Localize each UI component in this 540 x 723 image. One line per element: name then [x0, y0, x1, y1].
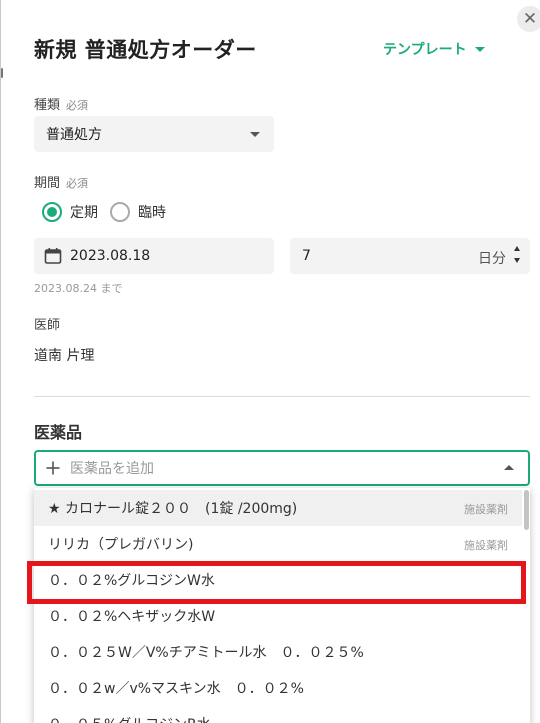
calendar-icon — [44, 248, 62, 264]
arrow-down-icon — [514, 258, 520, 263]
plus-icon — [46, 461, 60, 475]
radio-option-regular[interactable]: 定期 — [42, 202, 98, 222]
dropdown-scrollbar[interactable] — [524, 490, 529, 530]
doctor-label-group: 医師 — [34, 314, 60, 333]
template-button[interactable]: テンプレート — [383, 38, 485, 60]
dropdown-item-label: ★ カロナール錠２００ (1錠 /200mg) — [48, 501, 298, 517]
start-date-field[interactable]: 2023.08.18 — [34, 238, 274, 274]
type-select[interactable]: 普通処方 — [34, 116, 274, 152]
start-date-value: 2023.08.18 — [70, 248, 151, 264]
drag-handle[interactable] — [0, 66, 4, 80]
period-radio-group: 定期 臨時 — [42, 202, 178, 222]
dropdown-item[interactable]: ０．０２%ヘキザック水W — [34, 598, 522, 634]
dropdown-item[interactable]: ★ カロナール錠２００ (1錠 /200mg) 施設薬剤 — [34, 490, 522, 526]
dropdown-item[interactable]: ０．０５%グルコジンR水 — [34, 706, 522, 723]
medicine-input-placeholder: 医薬品を追加 — [70, 461, 154, 477]
close-icon: ✕ — [522, 9, 538, 29]
chevron-down-icon — [474, 46, 485, 52]
type-label-group: 種類 必須 — [34, 94, 88, 113]
doctor-label: 医師 — [34, 318, 61, 333]
period-label-group: 期間 必須 — [34, 172, 88, 191]
days-value: 7 — [302, 248, 311, 264]
facility-drug-tag: 施設薬剤 — [464, 539, 508, 552]
days-unit: 日分 — [478, 251, 506, 267]
template-label: テンプレート — [383, 42, 467, 58]
dropdown-item[interactable]: ０．０２w／v%マスキン水 ０．０２% — [34, 670, 522, 706]
page-title: 新規 普通処方オーダー — [34, 38, 257, 62]
radio-label-regular: 定期 — [70, 205, 98, 221]
medicines-title: 医薬品 — [34, 423, 83, 442]
days-stepper[interactable]: 7 日分 — [290, 238, 530, 274]
radio-label-temporary: 臨時 — [138, 205, 166, 221]
dropdown-item-label: ０．０５%グルコジンR水 — [48, 714, 211, 723]
facility-drug-tag: 施設薬剤 — [464, 503, 508, 516]
radio-checked-icon — [42, 202, 62, 222]
medicine-search-input[interactable]: 医薬品を追加 — [34, 450, 530, 486]
dropdown-item-label: ０．０２w／v%マスキン水 ０．０２% — [48, 681, 304, 697]
radio-option-temporary[interactable]: 臨時 — [110, 202, 166, 222]
close-button[interactable]: ✕ — [517, 6, 540, 32]
end-date-note: 2023.08.24 まで — [34, 282, 123, 295]
period-label: 期間 — [34, 176, 61, 191]
dropdown-item-label: ０．０２%グルコジンW水 — [48, 573, 215, 589]
dropdown-item[interactable]: リリカ（プレガバリン) 施設薬剤 — [34, 526, 522, 562]
arrow-up-icon — [514, 246, 520, 251]
dropdown-item[interactable]: ０．０２５W／V%チアミトール水 ０．０２５% — [34, 634, 522, 670]
chevron-down-icon — [250, 132, 260, 137]
required-badge: 必須 — [66, 177, 89, 190]
section-divider — [34, 396, 530, 397]
chevron-up-icon[interactable] — [504, 465, 514, 470]
stepper-arrows[interactable] — [514, 246, 522, 266]
dropdown-item-label: リリカ（プレガバリン) — [48, 537, 194, 553]
doctor-name: 道南 片理 — [34, 348, 95, 364]
type-label: 種類 — [34, 98, 61, 113]
dropdown-item[interactable]: ０．０２%グルコジンW水 — [34, 562, 522, 598]
type-select-value: 普通処方 — [46, 127, 102, 143]
dropdown-item-label: ０．０２%ヘキザック水W — [48, 609, 216, 625]
radio-unchecked-icon — [110, 202, 130, 222]
left-edge-divider — [0, 0, 1, 723]
dropdown-item-label: ０．０２５W／V%チアミトール水 ０．０２５% — [48, 645, 364, 661]
medicine-dropdown: ★ カロナール錠２００ (1錠 /200mg) 施設薬剤 リリカ（プレガバリン)… — [34, 488, 530, 723]
required-badge: 必須 — [66, 99, 89, 112]
